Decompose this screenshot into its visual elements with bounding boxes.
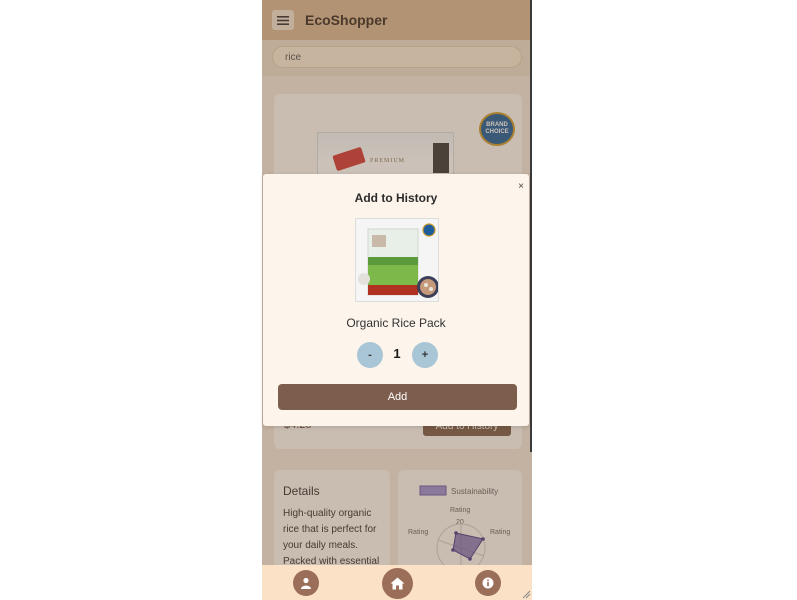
nav-profile-button[interactable] [293, 570, 319, 596]
bottom-nav [262, 565, 532, 600]
modal-product-image [355, 218, 439, 302]
modal-title: Add to History [354, 191, 438, 205]
modal-product-name: Organic Rice Pack [346, 316, 446, 330]
add-to-history-modal: × Add to History Organic Rice Pack - 1 +… [263, 174, 529, 426]
product-package-image [356, 219, 438, 301]
user-icon [301, 577, 311, 589]
decrement-button[interactable]: - [357, 342, 383, 368]
nav-info-button[interactable] [475, 570, 501, 596]
info-icon [482, 577, 494, 589]
resize-grip-icon[interactable] [522, 590, 531, 599]
nav-home-button[interactable] [382, 568, 413, 599]
modal-add-button[interactable]: Add [278, 384, 517, 410]
scrollbar[interactable] [530, 0, 532, 452]
quantity-value: 1 [393, 346, 401, 361]
increment-button[interactable]: + [412, 342, 438, 368]
home-icon [390, 577, 405, 590]
